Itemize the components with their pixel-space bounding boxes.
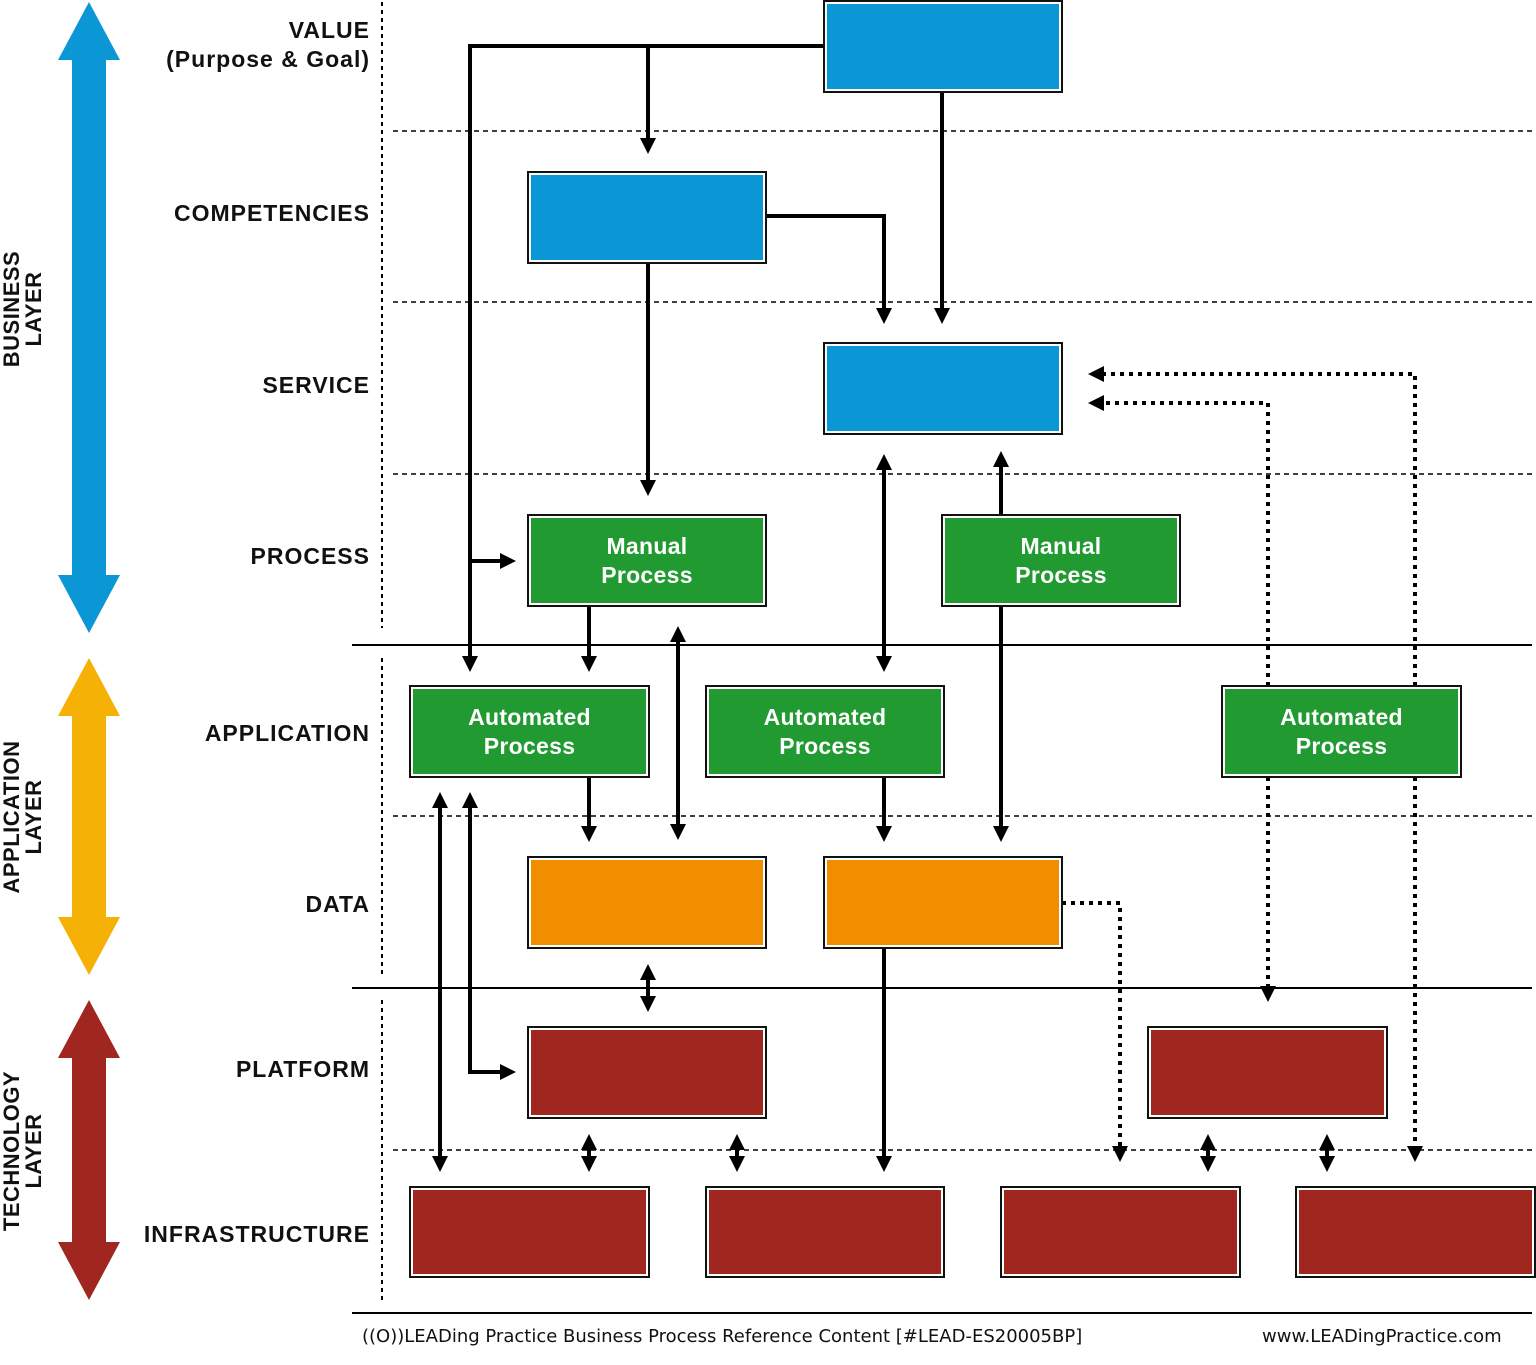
footer-website-link[interactable]: www.LEADingPractice.com bbox=[1262, 1326, 1502, 1347]
competency-box[interactable] bbox=[527, 171, 767, 264]
layered-architecture-diagram: BUSINESS LAYER APPLICATION LAYER TECHNOL… bbox=[0, 0, 1536, 1365]
box-fill bbox=[827, 860, 1059, 945]
box-text: Process bbox=[1295, 732, 1388, 759]
box-fill bbox=[531, 860, 763, 945]
value-box[interactable] bbox=[823, 0, 1063, 93]
box-text: Process bbox=[1015, 561, 1107, 588]
box-text: Automated bbox=[468, 703, 591, 730]
application-layer-label: APPLICATION LAYER bbox=[0, 692, 51, 942]
business-layer-arrow bbox=[58, 2, 120, 633]
data-to-infrastructure-dotted bbox=[1062, 901, 1128, 1162]
automated-process-box[interactable]: Automated Process bbox=[705, 685, 945, 778]
row-label-service: SERVICE bbox=[262, 372, 370, 398]
layer-label-line: LAYER bbox=[21, 271, 46, 347]
box-text: Automated bbox=[1280, 703, 1403, 730]
manual-process-box[interactable]: Manual Process bbox=[941, 514, 1181, 607]
box-text: Manual bbox=[606, 532, 688, 559]
manual-process-box[interactable]: Manual Process bbox=[527, 514, 767, 607]
box-fill bbox=[413, 1190, 646, 1274]
business-layer-label: BUSINESS LAYER bbox=[0, 184, 51, 434]
box-fill: Automated Process bbox=[1225, 689, 1458, 774]
platform-box[interactable] bbox=[527, 1026, 767, 1119]
box-fill bbox=[1004, 1190, 1237, 1274]
box-fill bbox=[1299, 1190, 1532, 1274]
platform-box[interactable] bbox=[1147, 1026, 1388, 1119]
box-fill: Automated Process bbox=[413, 689, 646, 774]
row-label-process: PROCESS bbox=[250, 543, 370, 569]
row-separators bbox=[393, 130, 1532, 1151]
box-fill: Automated Process bbox=[709, 689, 941, 774]
box-text: Manual bbox=[1020, 532, 1102, 559]
infrastructure-box[interactable] bbox=[1295, 1186, 1536, 1278]
infrastructure-box[interactable] bbox=[409, 1186, 650, 1278]
box-fill bbox=[709, 1190, 941, 1274]
row-label-value: VALUE (Purpose & Goal) bbox=[166, 16, 370, 74]
row-label-infrastructure: INFRASTRUCTURE bbox=[143, 1221, 370, 1247]
automated-platform-connector bbox=[462, 792, 516, 1080]
box-fill bbox=[827, 346, 1059, 431]
row-label-application: APPLICATION bbox=[204, 720, 370, 746]
row-label-competencies: COMPETENCIES bbox=[173, 200, 370, 226]
layer-label-line: APPLICATION bbox=[0, 740, 24, 894]
data-box[interactable] bbox=[527, 856, 767, 949]
infrastructure-box[interactable] bbox=[1000, 1186, 1241, 1278]
row-label-platform: PLATFORM bbox=[235, 1056, 370, 1082]
technology-layer-label: TECHNOLOGY LAYER bbox=[0, 1026, 51, 1276]
layer-label-line: LAYER bbox=[21, 779, 46, 855]
automated-process-box[interactable]: Automated Process bbox=[1221, 685, 1462, 778]
box-fill bbox=[531, 1030, 763, 1115]
technology-layer-arrow bbox=[58, 1000, 120, 1300]
layer-label-line: TECHNOLOGY bbox=[0, 1070, 24, 1232]
layer-label-line: LAYER bbox=[21, 1113, 46, 1189]
box-text: Automated bbox=[763, 703, 887, 730]
box-fill: Manual Process bbox=[945, 518, 1177, 603]
infrastructure-box[interactable] bbox=[705, 1186, 945, 1278]
box-fill bbox=[531, 175, 763, 260]
application-layer-arrow bbox=[58, 658, 120, 975]
layer-label-line: BUSINESS bbox=[0, 250, 24, 368]
service-box[interactable] bbox=[823, 342, 1063, 435]
box-text: Process bbox=[601, 561, 693, 588]
box-fill: Manual Process bbox=[531, 518, 763, 603]
data-box[interactable] bbox=[823, 856, 1063, 949]
row-label-data: DATA bbox=[305, 891, 370, 917]
box-text: Process bbox=[779, 732, 871, 759]
box-fill bbox=[827, 4, 1059, 89]
row-label-text: VALUE bbox=[288, 17, 370, 43]
box-fill bbox=[1151, 1030, 1384, 1115]
row-sublabel-text: (Purpose & Goal) bbox=[166, 46, 370, 72]
automated-process-box[interactable]: Automated Process bbox=[409, 685, 650, 778]
competencies-to-service-connector bbox=[766, 214, 892, 324]
box-text: Process bbox=[483, 732, 576, 759]
footer-reference: ((O))LEADing Practice Business Process R… bbox=[362, 1326, 1083, 1347]
